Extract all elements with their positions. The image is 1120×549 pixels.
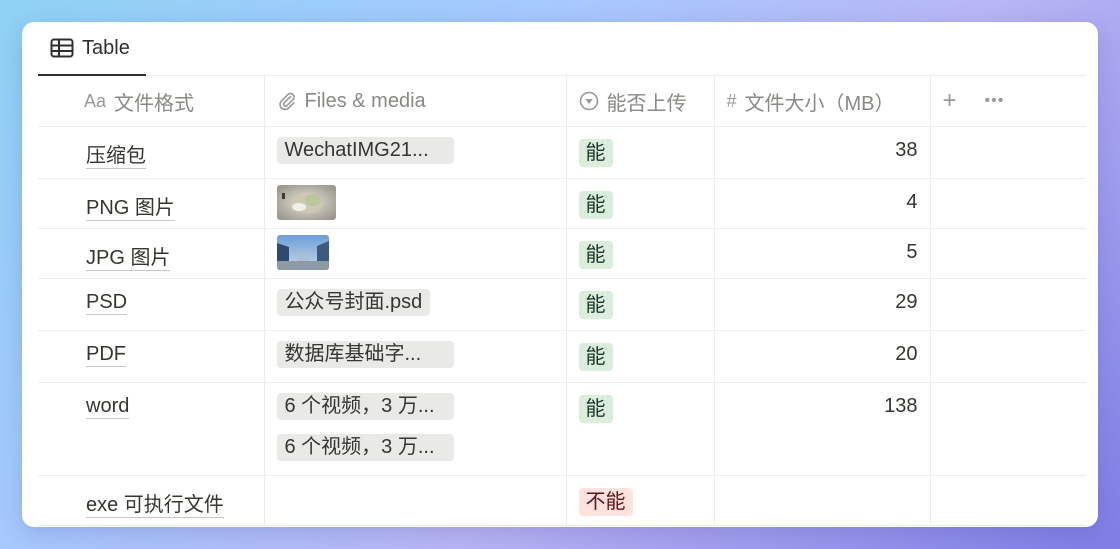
text-type-icon: Aa bbox=[84, 90, 107, 111]
select-icon bbox=[579, 91, 599, 111]
column-actions: + ••• bbox=[930, 76, 1086, 127]
view-tab-bar: Table bbox=[38, 22, 1086, 76]
file-chip[interactable]: 6 个视频，3 万... bbox=[276, 434, 454, 461]
size-cell[interactable]: 138 bbox=[714, 382, 931, 476]
row-name[interactable]: word bbox=[86, 395, 130, 419]
size-cell[interactable]: 29 bbox=[714, 278, 931, 331]
column-header-size[interactable]: # 文件大小（MB） bbox=[714, 76, 931, 127]
column-header-label: 能否上传 bbox=[606, 92, 687, 115]
png-thumbnail[interactable] bbox=[276, 185, 336, 220]
status-tag[interactable]: 能 bbox=[578, 139, 613, 167]
size-cell[interactable] bbox=[714, 475, 931, 526]
database-table: Aa 文件格式 Files & media 能否上传 # 文件大小（MB） + … bbox=[38, 76, 1086, 526]
row-name[interactable]: 压缩包 bbox=[86, 145, 146, 169]
file-chip[interactable]: WechatIMG21... bbox=[276, 137, 454, 164]
empty-cell bbox=[930, 382, 1086, 476]
status-tag[interactable]: 不能 bbox=[578, 488, 633, 516]
file-chip[interactable]: 6 个视频，3 万... bbox=[276, 393, 454, 420]
table-row[interactable]: word 6 个视频，3 万... 6 个视频，3 万... 能 138 bbox=[38, 382, 1086, 476]
paperclip-icon bbox=[277, 91, 297, 111]
status-tag[interactable]: 能 bbox=[578, 291, 613, 319]
table-icon bbox=[50, 38, 74, 58]
column-header-format[interactable]: Aa 文件格式 bbox=[38, 76, 265, 127]
table-row[interactable]: PNG 图片 能 4 bbox=[38, 178, 1086, 229]
row-name[interactable]: PSD bbox=[86, 291, 128, 315]
status-tag[interactable]: 能 bbox=[578, 395, 613, 423]
more-options-icon[interactable]: ••• bbox=[985, 92, 1005, 110]
status-tag[interactable]: 能 bbox=[578, 241, 613, 269]
row-name[interactable]: JPG 图片 bbox=[86, 247, 171, 271]
tab-table[interactable]: Table bbox=[38, 22, 146, 76]
column-header-files[interactable]: Files & media bbox=[264, 76, 567, 127]
size-cell[interactable]: 4 bbox=[714, 178, 931, 229]
table-row[interactable]: JPG 图片 能 5 bbox=[38, 228, 1086, 279]
empty-files-cell[interactable] bbox=[264, 475, 567, 526]
row-name[interactable]: exe 可执行文件 bbox=[86, 494, 224, 518]
row-name[interactable]: PNG 图片 bbox=[86, 197, 175, 221]
column-header-label: 文件大小（MB） bbox=[744, 92, 895, 115]
file-chip[interactable]: 数据库基础字... bbox=[276, 341, 454, 368]
empty-cell bbox=[930, 178, 1086, 229]
jpg-thumbnail[interactable] bbox=[276, 235, 329, 270]
column-header-label: Files & media bbox=[304, 89, 426, 112]
status-tag[interactable]: 能 bbox=[578, 343, 613, 371]
add-column-icon[interactable]: + bbox=[943, 87, 957, 115]
table-row[interactable]: PDF 数据库基础字... 能 20 bbox=[38, 330, 1086, 383]
header-row: Aa 文件格式 Files & media 能否上传 # 文件大小（MB） + … bbox=[38, 76, 1086, 127]
column-header-upload[interactable]: 能否上传 bbox=[566, 76, 715, 127]
size-cell[interactable]: 5 bbox=[714, 228, 931, 279]
table-row[interactable]: exe 可执行文件 不能 bbox=[38, 475, 1086, 526]
size-cell[interactable]: 20 bbox=[714, 330, 931, 383]
empty-cell bbox=[930, 278, 1086, 331]
status-tag[interactable]: 能 bbox=[578, 191, 613, 219]
size-cell[interactable]: 38 bbox=[714, 126, 931, 179]
tab-table-label: Table bbox=[82, 36, 130, 59]
column-header-label: 文件格式 bbox=[114, 92, 195, 115]
empty-cell bbox=[930, 330, 1086, 383]
table-view-card: Table Aa 文件格式 Files & media 能否上传 # 文件大小（… bbox=[22, 22, 1098, 527]
table-row[interactable]: 压缩包 WechatIMG21... 能 38 bbox=[38, 126, 1086, 179]
row-name[interactable]: PDF bbox=[86, 343, 126, 367]
empty-cell bbox=[930, 475, 1086, 526]
number-type-icon: # bbox=[726, 90, 737, 111]
empty-cell bbox=[930, 126, 1086, 179]
table-row[interactable]: PSD 公众号封面.psd 能 29 bbox=[38, 278, 1086, 331]
empty-cell bbox=[930, 228, 1086, 279]
file-chip[interactable]: 公众号封面.psd bbox=[276, 289, 431, 316]
